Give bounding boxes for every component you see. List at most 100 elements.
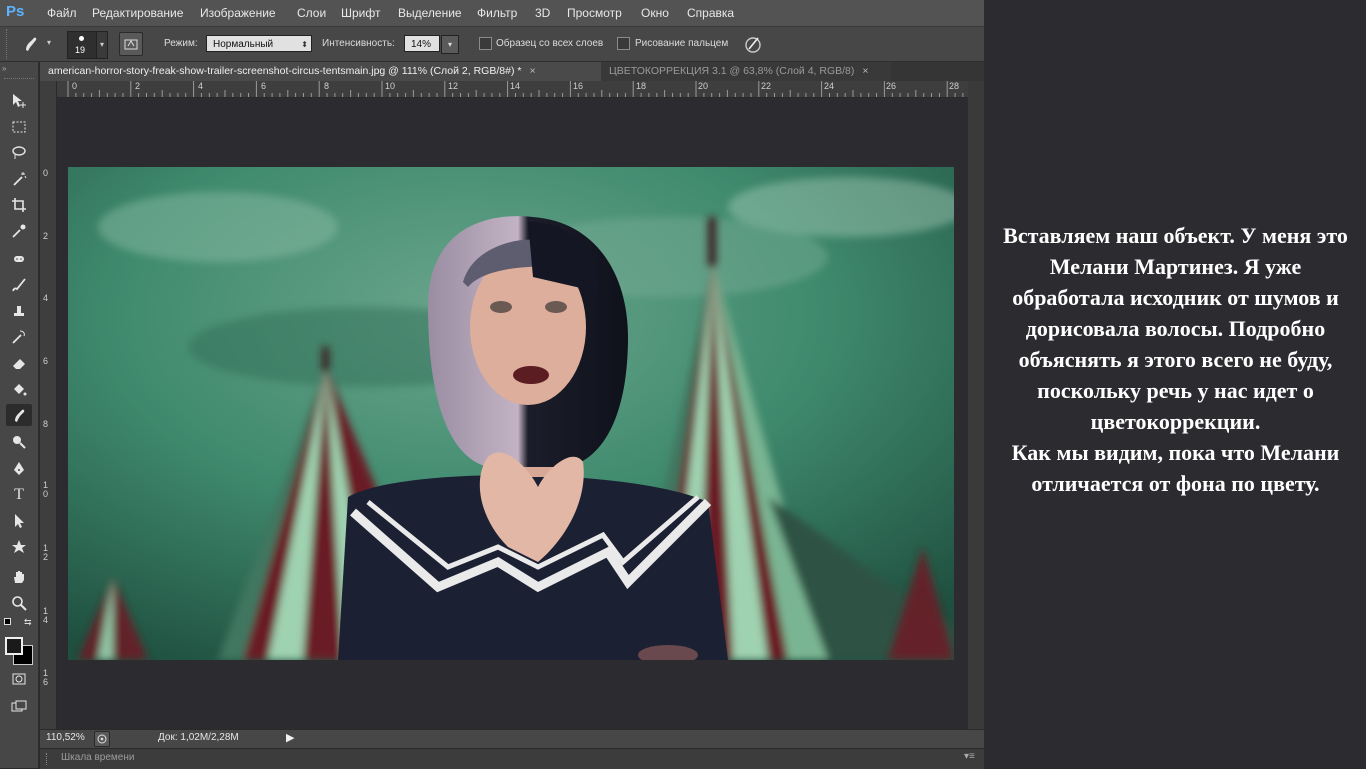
clone-stamp-tool-icon[interactable] bbox=[6, 300, 32, 322]
brush-size-value: 19 bbox=[75, 45, 86, 55]
ruler-label: 24 bbox=[824, 81, 835, 91]
smudge-tool-icon[interactable] bbox=[6, 404, 32, 426]
ruler-label: 0 bbox=[43, 168, 49, 178]
ruler-label: 12 bbox=[448, 81, 459, 91]
crop-tool-icon[interactable] bbox=[6, 194, 32, 216]
status-bar: 110,52% Док: 1,02M/2,28M ▶ bbox=[40, 729, 984, 748]
circus-portrait-image bbox=[68, 167, 954, 660]
dodge-tool-icon[interactable] bbox=[6, 430, 32, 452]
menu-bar: Ps Файл Редактирование Изображение Слои … bbox=[0, 0, 984, 27]
brush-size-picker[interactable]: 19 bbox=[67, 31, 97, 59]
mode-select[interactable]: Нормальный ⬍ bbox=[206, 35, 312, 52]
ruler-label: 2 bbox=[43, 231, 49, 241]
ruler-label: 6 bbox=[261, 81, 267, 91]
menu-file[interactable]: Файл bbox=[47, 6, 77, 20]
ruler-label: 1 2 bbox=[43, 543, 49, 562]
chevron-down-icon[interactable]: ▾ bbox=[47, 38, 51, 47]
intensity-value: 14% bbox=[411, 39, 432, 50]
smudge-tool-preset-icon[interactable] bbox=[20, 33, 42, 55]
menu-3d[interactable]: 3D bbox=[535, 6, 550, 20]
ruler-label: 22 bbox=[761, 81, 772, 91]
screen-mode-icon[interactable] bbox=[6, 696, 32, 718]
finger-painting-label: Рисование пальцем bbox=[635, 38, 729, 49]
foreground-color-swatch[interactable] bbox=[5, 637, 23, 655]
tab-label: ЦВЕТОКОРРЕКЦИЯ 3.1 @ 63,8% (Слой 4, RGB/… bbox=[609, 65, 855, 77]
mode-value: Нормальный bbox=[213, 39, 274, 50]
sample-all-layers-label: Образец со всех слоев bbox=[496, 38, 604, 49]
intensity-dropdown-arrow[interactable]: ▾ bbox=[441, 35, 459, 54]
lasso-tool-icon[interactable] bbox=[6, 142, 32, 164]
collapse-panel-icon[interactable]: » bbox=[2, 64, 6, 73]
timeline-label[interactable]: Шкала времени bbox=[61, 752, 134, 763]
tab-color-correction[interactable]: ЦВЕТОКОРРЕКЦИЯ 3.1 @ 63,8% (Слой 4, RGB/… bbox=[601, 62, 891, 81]
vertical-ruler: 0 2 4 6 8 1 0 1 2 1 4 1 6 bbox=[40, 81, 57, 729]
panel-menu-icon[interactable]: ▾≡ bbox=[964, 751, 975, 762]
menu-view[interactable]: Просмотр bbox=[567, 6, 622, 20]
finger-painting-checkbox[interactable] bbox=[617, 37, 630, 50]
menu-window[interactable]: Окно bbox=[641, 6, 669, 20]
document-tabs: american-horror-story-freak-show-trailer… bbox=[40, 62, 984, 82]
ruler-label: 4 bbox=[43, 293, 49, 303]
document-image[interactable] bbox=[68, 167, 954, 660]
ruler-label: 26 bbox=[886, 81, 897, 91]
marquee-tool-icon[interactable] bbox=[6, 116, 32, 138]
panel-grip bbox=[46, 753, 51, 765]
eraser-tool-icon[interactable] bbox=[6, 352, 32, 374]
ruler-label: 16 bbox=[573, 81, 584, 91]
default-colors-icon[interactable] bbox=[4, 618, 12, 626]
zoom-level[interactable]: 110,52% bbox=[46, 732, 85, 743]
menu-layers[interactable]: Слои bbox=[297, 6, 326, 20]
menu-image[interactable]: Изображение bbox=[200, 6, 276, 20]
options-grip bbox=[6, 29, 11, 59]
eyedropper-tool-icon[interactable] bbox=[6, 220, 32, 242]
hand-tool-icon[interactable] bbox=[6, 566, 32, 588]
pressure-brush-icon[interactable] bbox=[742, 33, 764, 55]
close-icon[interactable]: × bbox=[862, 65, 868, 77]
move-tool-icon[interactable] bbox=[6, 90, 32, 112]
tab-american-horror-story[interactable]: american-horror-story-freak-show-trailer… bbox=[40, 62, 601, 81]
menu-type[interactable]: Шрифт bbox=[341, 6, 380, 20]
pen-tool-icon[interactable] bbox=[6, 458, 32, 480]
panel-grip bbox=[4, 78, 34, 79]
tutorial-caption-text: Вставляем наш объект. У меня это Мелани … bbox=[1003, 223, 1348, 496]
ruler-label: 0 bbox=[72, 81, 78, 91]
path-selection-tool-icon[interactable] bbox=[6, 510, 32, 532]
brush-tip-icon bbox=[79, 36, 84, 41]
menu-help[interactable]: Справка bbox=[687, 6, 734, 20]
sample-all-layers-checkbox[interactable] bbox=[479, 37, 492, 50]
ruler-origin[interactable] bbox=[40, 81, 56, 97]
status-info-icon[interactable] bbox=[94, 731, 110, 747]
ruler-label: 1 0 bbox=[43, 480, 49, 499]
ruler-label: 4 bbox=[198, 81, 204, 91]
menu-edit[interactable]: Редактирование bbox=[92, 6, 183, 20]
magic-wand-tool-icon[interactable] bbox=[6, 168, 32, 190]
quick-mask-icon[interactable] bbox=[6, 668, 32, 690]
tab-label: american-horror-story-freak-show-trailer… bbox=[48, 65, 522, 77]
brush-picker-arrow[interactable]: ▾ bbox=[96, 31, 108, 59]
tools-panel: » T ⇆ bbox=[0, 62, 39, 768]
options-bar: ▾ 19 ▾ Режим: Нормальный ⬍ Интенсивность… bbox=[0, 27, 984, 62]
brush-tool-icon[interactable] bbox=[6, 274, 32, 296]
brush-panel-toggle-icon[interactable] bbox=[119, 32, 143, 56]
shape-tool-icon[interactable] bbox=[6, 536, 32, 558]
swap-colors-icon[interactable]: ⇆ bbox=[24, 617, 32, 628]
menu-filter[interactable]: Фильтр bbox=[477, 6, 517, 20]
type-tool-icon[interactable]: T bbox=[6, 484, 32, 506]
intensity-label: Интенсивность: bbox=[322, 38, 395, 49]
paint-bucket-tool-icon[interactable] bbox=[6, 378, 32, 400]
vertical-scrollbar[interactable] bbox=[968, 81, 984, 729]
history-brush-tool-icon[interactable] bbox=[6, 326, 32, 348]
ruler-label: 8 bbox=[324, 81, 330, 91]
healing-brush-tool-icon[interactable] bbox=[6, 248, 32, 270]
intensity-input[interactable]: 14% bbox=[404, 35, 440, 52]
zoom-tool-icon[interactable] bbox=[6, 592, 32, 614]
ruler-label: 18 bbox=[636, 81, 647, 91]
menu-select[interactable]: Выделение bbox=[398, 6, 462, 20]
mode-label: Режим: bbox=[164, 38, 198, 49]
photoshop-logo: Ps bbox=[6, 3, 25, 20]
close-icon[interactable]: × bbox=[529, 65, 535, 77]
status-menu-arrow-icon[interactable]: ▶ bbox=[286, 731, 294, 744]
ruler-label: 28 bbox=[949, 81, 960, 91]
updown-arrow-icon: ⬍ bbox=[301, 40, 308, 49]
tutorial-caption-panel: Вставляем наш объект. У меня это Мелани … bbox=[985, 0, 1366, 768]
